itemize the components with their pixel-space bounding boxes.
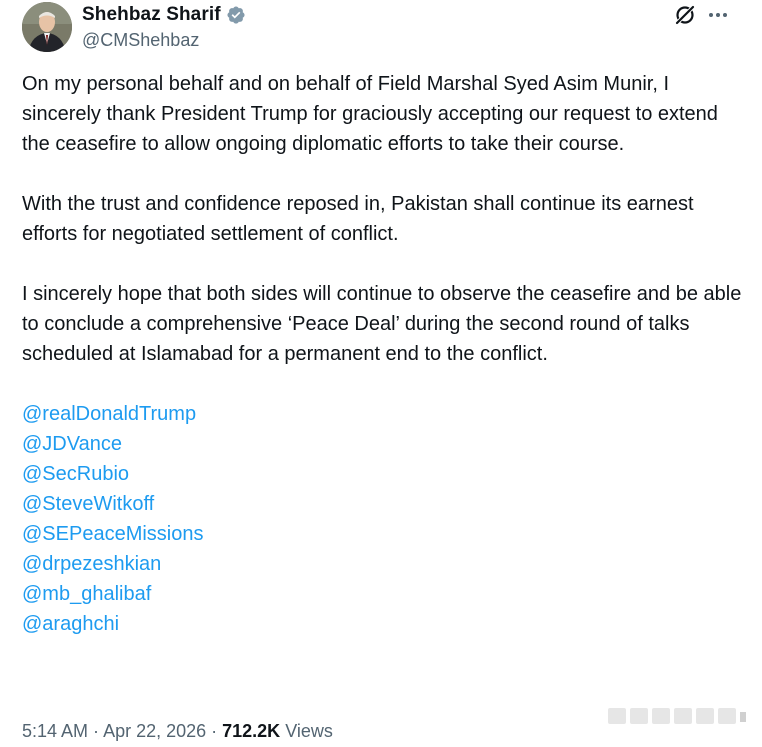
tweet-text: On my personal behalf and on behalf of F… xyxy=(22,69,742,639)
grok-icon[interactable] xyxy=(673,3,697,27)
views-label: Views xyxy=(280,721,333,741)
tweet: Shehbaz Sharif @CMShehbaz On my personal… xyxy=(0,0,762,747)
mention-link[interactable]: @SEPeaceMissions xyxy=(22,519,742,549)
mention-link[interactable]: @araghchi xyxy=(22,609,742,639)
views-count: 712.2K xyxy=(222,721,281,741)
tweet-paragraph: On my personal behalf and on behalf of F… xyxy=(22,73,724,155)
tweet-time[interactable]: 5:14 AM xyxy=(22,721,88,741)
mention-link[interactable]: @drpezeshkian xyxy=(22,549,742,579)
tweet-paragraph: I sincerely hope that both sides will co… xyxy=(22,283,747,365)
author-name-row: Shehbaz Sharif xyxy=(82,4,246,26)
author-handle[interactable]: @CMShehbaz xyxy=(82,30,199,51)
meta-separator: · xyxy=(88,721,104,741)
meta-separator: · xyxy=(206,721,223,741)
tweet-meta: 5:14 AM · Apr 22, 2026 · 712.2K Views xyxy=(22,721,333,742)
tweet-date[interactable]: Apr 22, 2026 xyxy=(103,721,206,741)
mention-link[interactable]: @SteveWitkoff xyxy=(22,489,742,519)
watermark-image xyxy=(608,704,748,730)
verified-badge-icon xyxy=(226,5,246,25)
avatar[interactable] xyxy=(22,2,72,52)
mention-list: @realDonaldTrump @JDVance @SecRubio @Ste… xyxy=(22,399,742,639)
mention-link[interactable]: @SecRubio xyxy=(22,459,742,489)
author-display-name[interactable]: Shehbaz Sharif xyxy=(82,4,221,26)
more-horizontal-icon[interactable] xyxy=(707,4,729,26)
mention-link[interactable]: @realDonaldTrump xyxy=(22,399,742,429)
mention-link[interactable]: @JDVance xyxy=(22,429,742,459)
avatar-image xyxy=(22,2,72,52)
tweet-paragraph: With the trust and confidence reposed in… xyxy=(22,193,700,245)
mention-link[interactable]: @mb_ghalibaf xyxy=(22,579,742,609)
